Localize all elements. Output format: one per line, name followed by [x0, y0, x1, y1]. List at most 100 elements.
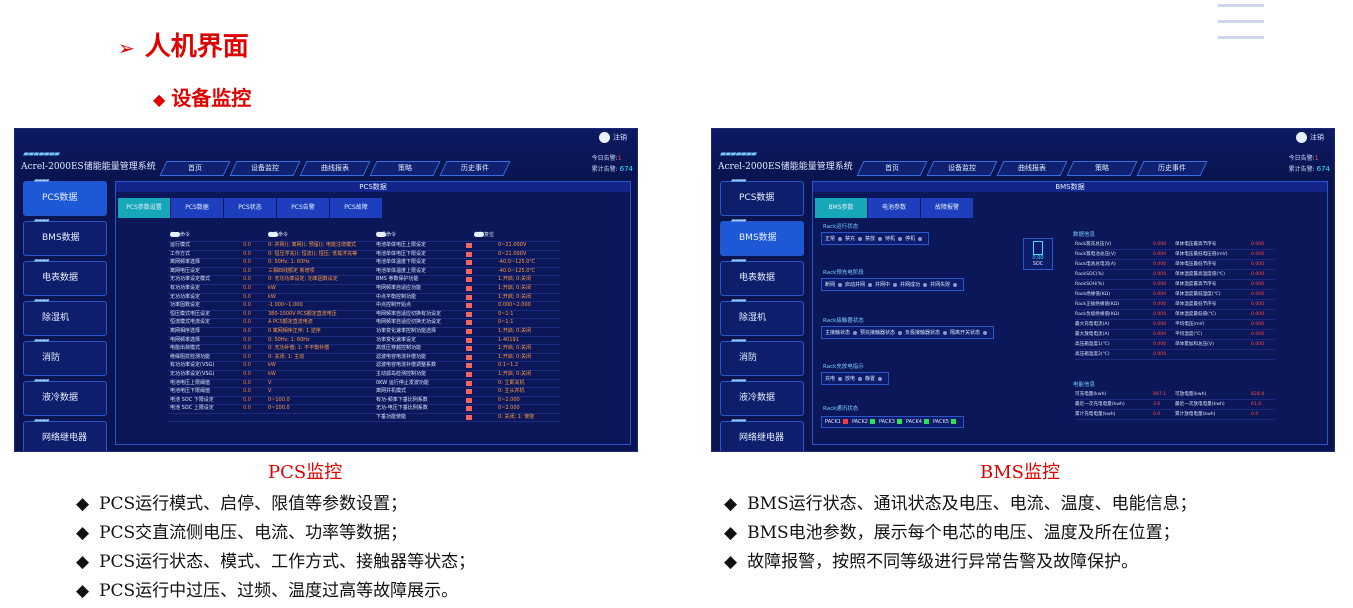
side-menu-item[interactable]: ▰▰▰▰ 电表数据 [720, 257, 804, 296]
param-range: V [268, 388, 272, 395]
side-menu-item[interactable]: ▰▰▰▰ 电表数据 [23, 257, 107, 296]
standby-command-toggle[interactable] [376, 232, 386, 237]
param-value[interactable]: 0.0 [243, 405, 251, 413]
param-input[interactable] [466, 285, 472, 291]
side-menu-item[interactable]: ▰▰▰▰ 液冷数据 [23, 377, 107, 416]
status-label: 隔离开关状态 [950, 330, 981, 336]
param-input[interactable] [466, 294, 472, 300]
param-name: 离网频率选择 [170, 259, 201, 266]
param-value[interactable]: 0.0 [243, 294, 251, 302]
panel-tab[interactable]: PCS数据 [171, 198, 223, 218]
panel-tab[interactable]: PCS告警 [277, 198, 329, 218]
panel-tab[interactable]: 故障报警 [921, 198, 973, 218]
user-menu[interactable]: 注销 [599, 132, 627, 143]
side-menu-label: 电表数据 [739, 273, 776, 283]
nav-tab[interactable]: 策略 [1066, 161, 1138, 176]
nav-tab[interactable]: 历史事件 [1136, 161, 1208, 176]
param-range: 三相四线额定 新增项 [268, 267, 315, 274]
start-command-toggle[interactable] [170, 232, 180, 237]
param-value[interactable]: 0.0 [243, 354, 251, 362]
param-value[interactable]: 0.0 [243, 311, 251, 319]
side-menu-item[interactable]: ▰▰▰▰ 网络继电器 [720, 417, 804, 451]
param-input[interactable] [466, 303, 472, 309]
param-value[interactable]: 0.0 [243, 259, 251, 267]
param-input[interactable] [466, 337, 472, 343]
nav-tab[interactable]: 历史事件 [439, 161, 511, 176]
side-menu-item[interactable]: ▰▰▰▰ 消防 [23, 337, 107, 376]
side-menu-item[interactable]: ▰▰▰▰ PCS数据 [23, 177, 107, 216]
param-input[interactable] [466, 363, 472, 369]
param-input[interactable] [466, 354, 472, 360]
param-value[interactable]: 0.0 [243, 319, 251, 327]
panel-tab[interactable]: BMS参数 [815, 198, 867, 218]
param-value[interactable]: 0.0 [243, 242, 251, 250]
nav-tab[interactable]: 曲线报表 [996, 161, 1068, 176]
nav-tab[interactable]: 设备监控 [229, 161, 301, 176]
param-input[interactable] [466, 380, 472, 386]
nav-tab[interactable]: 设备监控 [926, 161, 998, 176]
pack-status-icon [869, 419, 875, 424]
side-menu-item[interactable]: ▰▰▰▰ 除湿机 [23, 297, 107, 336]
fault-reset-toggle[interactable] [474, 232, 484, 237]
param-value[interactable]: 0.0 [243, 328, 251, 336]
param-value[interactable]: 0.0 [243, 268, 251, 276]
param-value[interactable]: 0.0 [243, 362, 251, 370]
panel-tab[interactable]: PCS状态 [224, 198, 276, 218]
param-value[interactable]: 0.0 [243, 380, 251, 388]
data-info-title: 数据信息 [1073, 232, 1096, 238]
param-input[interactable] [466, 406, 472, 412]
param-value[interactable]: 0.0 [243, 285, 251, 293]
bms-panel: BMS数据 BMS参数 电池参数 故障报警 Rack运行状态 正常 禁充 禁放 待机 停机 … [812, 181, 1328, 445]
status-label: 停机 [905, 236, 916, 242]
param-input[interactable] [466, 260, 472, 266]
param-input[interactable] [466, 397, 472, 403]
side-menu-item[interactable]: ▰▰▰▰ PCS数据 [720, 177, 804, 216]
nav-tab[interactable]: 策略 [369, 161, 441, 176]
panel-tab[interactable]: PCS故障 [330, 198, 382, 218]
param-value[interactable]: 0.0 [243, 251, 251, 259]
nav-tab[interactable]: 首页 [159, 161, 231, 176]
param-input[interactable] [466, 277, 472, 283]
param-range: kW [268, 284, 276, 291]
tick-deco: ▰▰▰▰ [34, 337, 50, 344]
param-input[interactable] [466, 320, 472, 326]
side-menu-item[interactable]: ▰▰▰▰ BMS数据 [23, 217, 107, 256]
side-menu-item[interactable]: ▰▰▰▰ 网络继电器 [23, 417, 107, 451]
stop-command-toggle[interactable] [268, 232, 278, 237]
param-value[interactable]: 0.0 [243, 371, 251, 379]
side-menu-item[interactable]: ▰▰▰▰ 除湿机 [720, 297, 804, 336]
side-menu-item[interactable]: ▰▰▰▰ 消防 [720, 337, 804, 376]
param-input[interactable] [466, 243, 472, 248]
side-menu-item[interactable]: ▰▰▰▰ BMS数据 [720, 217, 804, 256]
panel-tab[interactable]: PCS参数设置 [118, 198, 170, 218]
param-value[interactable]: 0.0 [243, 345, 251, 353]
soc-label: SOC [1032, 261, 1044, 267]
param-input[interactable] [466, 371, 472, 377]
diamond-icon: ◆ [76, 581, 90, 601]
param-range: 0~100.0 [268, 396, 290, 403]
param-input[interactable] [466, 311, 472, 317]
param-name: 离网并机模式 [376, 388, 407, 395]
nav-tab[interactable]: 曲线报表 [299, 161, 371, 176]
data-label: 单体温度最低值(℃) [1175, 312, 1216, 317]
param-input[interactable] [466, 414, 472, 420]
param-range: 1:开启; 0:关闭 [498, 284, 532, 291]
user-menu[interactable]: 注销 [1296, 132, 1324, 143]
param-value[interactable]: 0.0 [243, 337, 251, 345]
status-label: 并网失败 [930, 282, 951, 288]
nav-tab[interactable]: 首页 [856, 161, 928, 176]
param-value[interactable]: 0.0 [243, 397, 251, 405]
side-menu-item[interactable]: ▰▰▰▰ 液冷数据 [720, 377, 804, 416]
param-input[interactable] [466, 389, 472, 395]
param-input[interactable] [466, 268, 472, 274]
data-label: 单体电压最高节序号 [1175, 242, 1217, 247]
param-value[interactable]: 0.0 [243, 388, 251, 396]
param-value[interactable]: 0.0 [243, 302, 251, 310]
param-input[interactable] [466, 328, 472, 334]
panel-tab[interactable]: 电池参数 [868, 198, 920, 218]
param-input[interactable] [466, 346, 472, 352]
param-value[interactable]: 0.0 [243, 276, 251, 284]
param-input[interactable] [466, 251, 472, 257]
status-label: 负极接触器状态 [905, 330, 941, 336]
nav-tab-label: 设备监控 [948, 164, 976, 172]
